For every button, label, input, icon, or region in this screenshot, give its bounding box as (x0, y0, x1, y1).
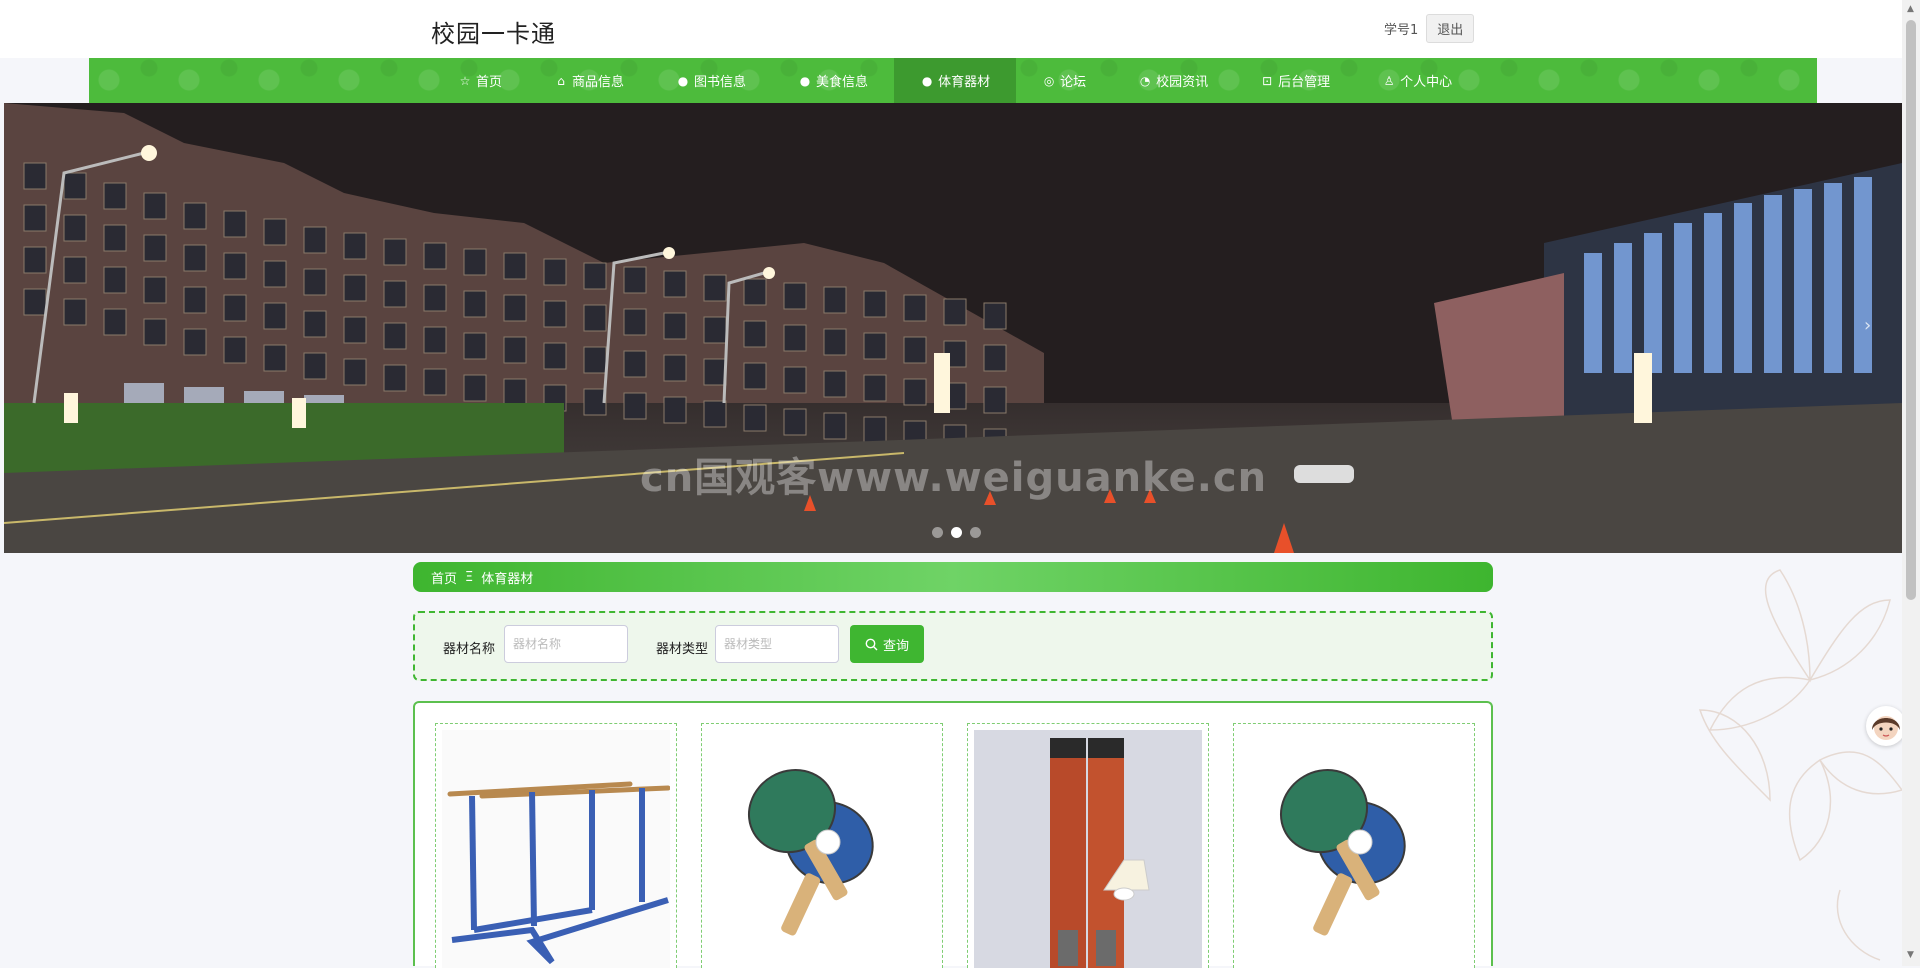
star-icon: ☆ (459, 73, 471, 88)
chevron-right-icon[interactable]: › (1864, 315, 1871, 336)
equipment-card[interactable] (701, 723, 943, 968)
breadcrumb-home[interactable]: 首页 (431, 568, 457, 587)
nav-item-profile[interactable]: ♙ 个人中心 (1356, 58, 1478, 103)
bag-icon: ⌂ (557, 73, 565, 88)
search-icon (865, 638, 878, 650)
user-area: 学号1 退出 (1384, 14, 1475, 43)
banner-carousel[interactable]: cn国观客www.weiguanke.cn › (4, 103, 1902, 553)
nav-item-label: 论坛 (1060, 75, 1087, 90)
nav-item-label: 美食信息 (816, 75, 869, 90)
nav-item-admin[interactable]: ⊡ 后台管理 (1234, 58, 1356, 103)
nav-item-home[interactable]: ☆ 首页 (432, 58, 528, 103)
globe-icon: ◎ (1043, 73, 1055, 88)
equipment-card[interactable] (435, 723, 677, 968)
equipment-card[interactable] (1233, 723, 1475, 968)
lotus-decoration (1698, 569, 1902, 961)
nav-item-label: 校园资讯 (1156, 75, 1209, 90)
scroll-up-icon[interactable]: ▲ (1907, 4, 1914, 14)
info-icon: ● (921, 73, 933, 88)
equipment-image-badminton-shuttlecock-tubes (974, 730, 1202, 968)
page-scrollbar[interactable]: ▲ ▼ (1902, 0, 1920, 966)
site-title: 校园一卡通 (431, 20, 556, 48)
equipment-grid (413, 701, 1493, 968)
top-header: 校园一卡通 学号1 退出 (0, 0, 1902, 58)
nav-item-label: 个人中心 (1400, 75, 1453, 90)
nav-item-label: 首页 (476, 75, 503, 90)
logout-button[interactable]: 退出 (1426, 14, 1475, 43)
nav-item-books[interactable]: ● 图书信息 (650, 58, 772, 103)
carousel-dot-active[interactable] (951, 527, 962, 538)
avatar-icon (1872, 716, 1900, 740)
breadcrumb: 首页 Ξ 体育器材 (413, 562, 1493, 592)
nav-item-sports-equipment[interactable]: ● 体育器材 (894, 58, 1017, 103)
equipment-image-ping-pong-paddles (1240, 730, 1468, 968)
breadcrumb-separator-icon: Ξ (465, 569, 474, 585)
equipment-type-label: 器材类型 (656, 642, 709, 657)
nav-item-label: 体育器材 (938, 75, 991, 90)
equipment-image-ping-pong-paddles (708, 730, 936, 968)
assistant-avatar[interactable] (1866, 706, 1906, 746)
equipment-card[interactable] (967, 723, 1209, 968)
question-icon: ● (799, 73, 811, 88)
scrollbar-thumb[interactable] (1906, 20, 1916, 600)
equipment-type-input[interactable] (715, 625, 839, 663)
banner-watermark: cn国观客www.weiguanke.cn (640, 455, 1268, 501)
nav-item-forum[interactable]: ◎ 论坛 (1016, 58, 1112, 103)
carousel-dot[interactable] (932, 527, 943, 538)
carousel-indicators (932, 527, 981, 538)
equipment-name-input[interactable] (504, 625, 628, 663)
gift-icon: ⊡ (1262, 73, 1273, 88)
nav-item-label: 后台管理 (1278, 75, 1331, 90)
nav-item-label: 图书信息 (694, 75, 747, 90)
nav-item-goods[interactable]: ⌂ 商品信息 (528, 58, 650, 103)
search-button[interactable]: 查询 (850, 625, 924, 663)
equipment-image-parallel-bars (442, 730, 670, 968)
user-icon: ♙ (1383, 73, 1395, 88)
nav-item-food[interactable]: ● 美食信息 (772, 58, 894, 103)
breadcrumb-current: 体育器材 (481, 571, 534, 587)
nav-item-label: 商品信息 (572, 75, 625, 90)
search-button-label: 查询 (882, 638, 909, 654)
equipment-name-label: 器材名称 (443, 642, 496, 657)
scroll-down-icon[interactable]: ▼ (1907, 950, 1914, 960)
nav-item-campus-news[interactable]: ◔ 校园资讯 (1112, 58, 1234, 103)
carousel-dot[interactable] (970, 527, 981, 538)
info-icon: ● (677, 73, 689, 88)
compass-icon: ◔ (1139, 73, 1151, 88)
search-panel: 器材名称 器材类型 查询 (413, 611, 1493, 681)
user-name: 学号1 (1384, 23, 1419, 38)
main-nav: ☆ 首页 ⌂ 商品信息 ● 图书信息 ● 美食信息 ● 体育器材 ◎ 论坛 ◔ … (89, 58, 1817, 103)
